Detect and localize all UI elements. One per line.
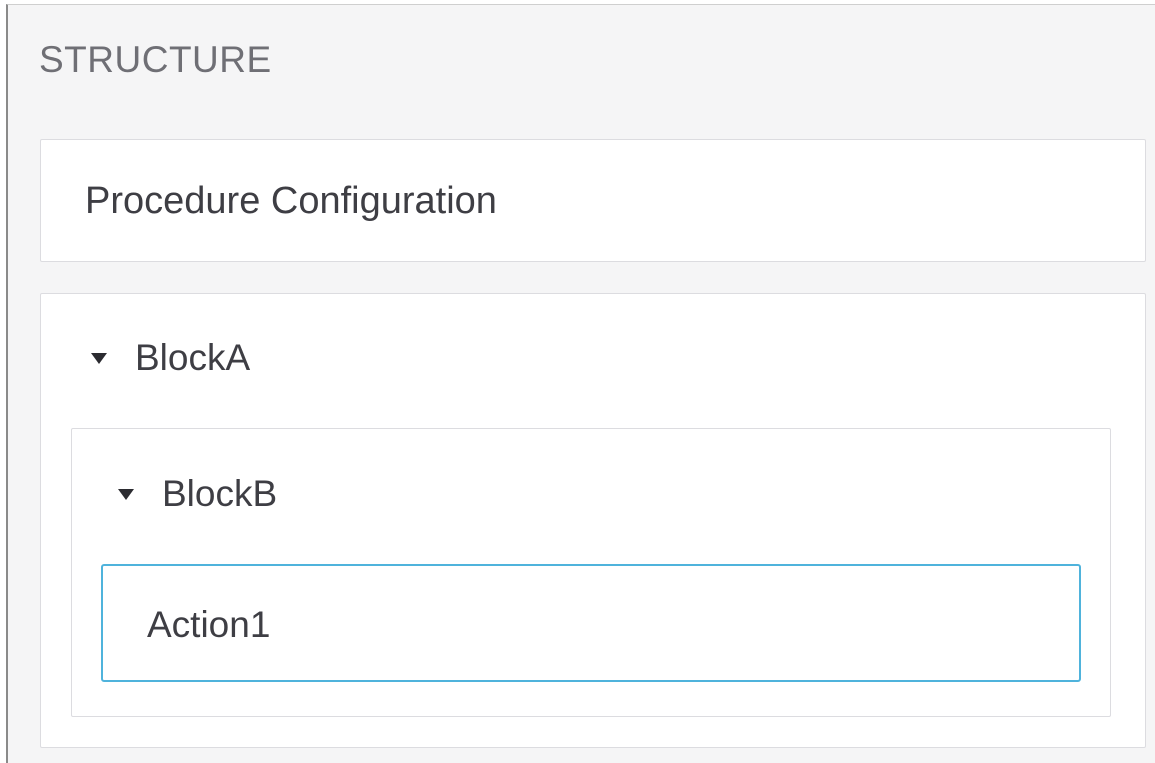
- action-item-selected[interactable]: Action1: [101, 564, 1081, 682]
- block-a-toggle[interactable]: BlockA: [91, 337, 250, 379]
- procedure-configuration-label: Procedure Configuration: [85, 180, 497, 222]
- caret-down-icon: [91, 352, 107, 364]
- structure-panel: STRUCTURE Procedure Configuration BlockA…: [6, 4, 1155, 763]
- block-b-label: BlockB: [162, 473, 278, 514]
- procedure-configuration-item[interactable]: Procedure Configuration: [40, 139, 1146, 262]
- block-b-toggle[interactable]: BlockB: [118, 473, 277, 515]
- block-a-label: BlockA: [135, 337, 251, 378]
- action-label: Action1: [147, 604, 271, 645]
- block-a-container: BlockA BlockB Action1: [40, 293, 1146, 748]
- caret-down-icon: [118, 488, 134, 500]
- block-b-container: BlockB Action1: [71, 428, 1111, 717]
- structure-heading: STRUCTURE: [39, 39, 272, 80]
